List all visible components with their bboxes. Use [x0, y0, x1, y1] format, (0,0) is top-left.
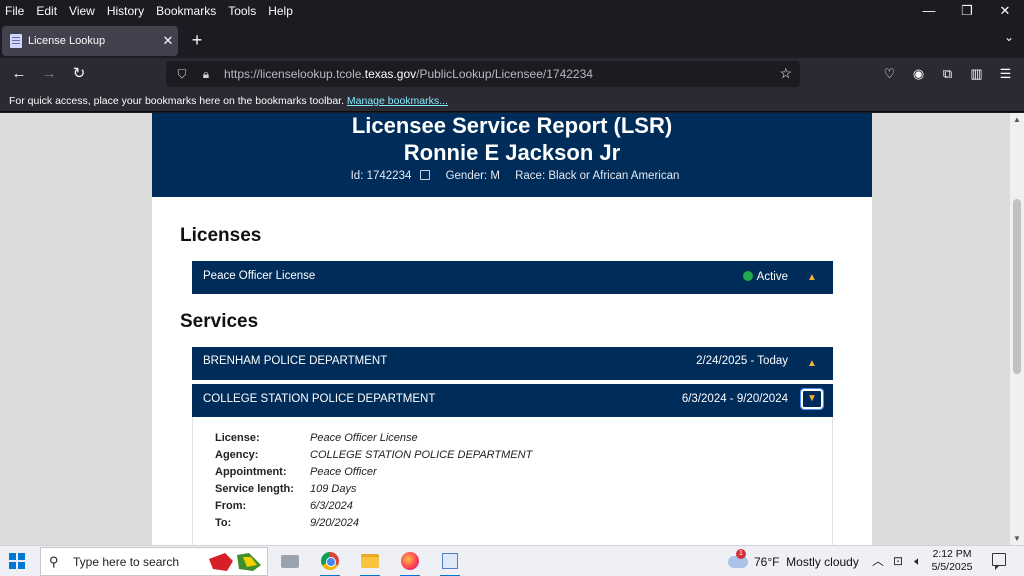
folder-icon [361, 554, 379, 568]
bookmark-star-icon[interactable]: ☆ [779, 65, 792, 82]
printer-icon [281, 555, 299, 568]
copy-icon[interactable] [420, 170, 431, 180]
license-row[interactable]: Peace Officer License Active ▲ [192, 261, 833, 294]
notifications-icon[interactable] [992, 553, 1006, 570]
service-toggle-icon[interactable]: ▼ [800, 388, 824, 410]
tab-strip: License Lookup ✕ + ⌄ [0, 22, 1024, 58]
active-status-dot-icon [742, 271, 753, 281]
page-viewport: Licensee Service Report (LSR) Ronnie E J… [0, 113, 1024, 545]
license-name: Peace Officer License [203, 270, 316, 282]
taskbar-search-box[interactable]: ⚲ Type here to search [40, 547, 268, 576]
service-agency: COLLEGE STATION POLICE DEPARTMENT [203, 393, 436, 405]
reload-icon[interactable]: ↻ [64, 60, 94, 88]
manage-bookmarks-link[interactable]: Manage bookmarks... [347, 95, 448, 107]
tab-title: License Lookup [28, 35, 106, 47]
clock-date: 5/5/2025 [931, 561, 973, 573]
window-controls: — ❐ ✕ [910, 0, 1024, 22]
network-icon[interactable]: ⊡ [890, 549, 906, 573]
report-page: Licensee Service Report (LSR) Ronnie E J… [152, 113, 872, 545]
menu-bar: File Edit View History Bookmarks Tools H… [0, 0, 1024, 22]
search-highlight-icon[interactable] [207, 551, 263, 573]
extensions-icon[interactable]: ⧉ [933, 60, 962, 88]
taskbar: ⚲ Type here to search 1 76°F Mostly clou… [0, 545, 1024, 576]
licensee-meta: Id: 1742234 Gender: M Race: Black or Afr… [152, 169, 872, 182]
licensee-gender: Gender: M [445, 170, 500, 182]
menu-view[interactable]: View [63, 3, 101, 19]
licensee-id: Id: 1742234 [345, 170, 431, 182]
licenses-heading: Licenses [180, 225, 262, 246]
report-title: Licensee Service Report (LSR) [351, 113, 673, 138]
licensee-race: Race: Black or African American [515, 170, 680, 182]
license-status: Active [742, 270, 788, 283]
minimize-button[interactable]: — [910, 0, 948, 22]
firefox-icon [401, 552, 419, 570]
windows-start-icon[interactable] [9, 553, 25, 569]
taskbar-firefox-app[interactable] [394, 549, 426, 576]
taskbar-chrome-app[interactable] [314, 549, 346, 576]
service-row-expanded[interactable]: COLLEGE STATION POLICE DEPARTMENT 6/3/20… [192, 384, 833, 417]
license-toggle-icon[interactable]: ▲ [801, 268, 823, 288]
url-text[interactable]: https://licenselookup.tcole.texas.gov/Pu… [224, 67, 593, 81]
system-tray: ︿ ⊡ 🔈︎ [870, 549, 926, 573]
close-tab-icon[interactable]: ✕ [158, 33, 178, 49]
taskbar-clock[interactable]: 2:12 PM 5/5/2025 [924, 548, 980, 574]
show-hidden-icons-icon[interactable]: ︿ [870, 549, 886, 573]
taskbar-printer-app[interactable] [274, 549, 306, 575]
search-placeholder: Type here to search [73, 554, 180, 569]
bookmarks-toolbar: For quick access, place your bookmarks h… [0, 90, 1024, 112]
hamburger-menu-icon[interactable]: ☰ [991, 60, 1020, 88]
clock-time: 2:12 PM [932, 548, 972, 560]
page-scrollbar[interactable]: ▲ ▼ [1010, 113, 1024, 545]
lock-icon[interactable]: 🔒︎ [198, 67, 214, 82]
scroll-down-icon[interactable]: ▼ [1013, 534, 1021, 543]
back-icon[interactable]: ← [4, 60, 34, 88]
tracking-shield-icon[interactable]: ⛉ [174, 67, 190, 82]
menu-bookmarks[interactable]: Bookmarks [150, 3, 222, 19]
service-dates: 2/24/2025 - Today [696, 355, 788, 367]
page-favicon-icon [10, 34, 22, 48]
service-row[interactable]: BRENHAM POLICE DEPARTMENT 2/24/2025 - To… [192, 347, 833, 380]
forward-icon[interactable]: → [34, 60, 64, 88]
service-details: License: Peace Officer License Agency: COL… [192, 417, 833, 545]
chrome-icon [321, 552, 339, 570]
report-header: Licensee Service Report (LSR) Ronnie E J… [152, 113, 872, 197]
taskbar-window-app[interactable] [434, 549, 466, 576]
weather-text: 76°F Mostly cloudy [754, 555, 859, 569]
menu-tools[interactable]: Tools [222, 3, 262, 19]
menu-file[interactable]: File [0, 3, 30, 19]
licensee-name: Ronnie E Jackson Jr [403, 140, 621, 165]
weather-badge: 1 [736, 549, 746, 559]
service-dates: 6/3/2024 - 9/20/2024 [681, 393, 788, 405]
bookmarks-hint: For quick access, place your bookmarks h… [9, 95, 344, 107]
sidebar-icon[interactable]: ▥ [962, 60, 991, 88]
tab-license-lookup[interactable]: License Lookup ✕ [2, 26, 178, 56]
service-agency: BRENHAM POLICE DEPARTMENT [203, 355, 388, 367]
new-tab-button[interactable]: + [186, 30, 208, 52]
close-window-button[interactable]: ✕ [986, 0, 1024, 22]
url-bar[interactable]: ⛉ 🔒︎ https://licenselookup.tcole.texas.g… [166, 61, 800, 87]
taskbar-file-explorer-app[interactable] [354, 549, 386, 576]
search-icon: ⚲ [49, 553, 59, 569]
account-icon[interactable]: ◉ [904, 60, 933, 88]
service-toggle-icon[interactable]: ▲ [801, 354, 823, 374]
menu-edit[interactable]: Edit [30, 3, 63, 19]
scrollbar-thumb[interactable] [1013, 199, 1021, 374]
menu-history[interactable]: History [101, 3, 150, 19]
weather-widget[interactable]: 1 76°F Mostly cloudy [728, 548, 859, 576]
restore-button[interactable]: ❐ [948, 0, 986, 22]
scroll-up-icon[interactable]: ▲ [1013, 115, 1021, 124]
application-window-icon [442, 553, 458, 569]
cloud-icon: 1 [728, 549, 748, 568]
pocket-icon[interactable]: ♡ [875, 60, 904, 88]
navigation-bar: ← → ↻ ⛉ 🔒︎ https://licenselookup.tcole.t… [0, 58, 1024, 90]
list-all-tabs-icon[interactable]: ⌄ [1004, 30, 1014, 44]
services-heading: Services [180, 311, 259, 332]
menu-help[interactable]: Help [262, 3, 299, 19]
